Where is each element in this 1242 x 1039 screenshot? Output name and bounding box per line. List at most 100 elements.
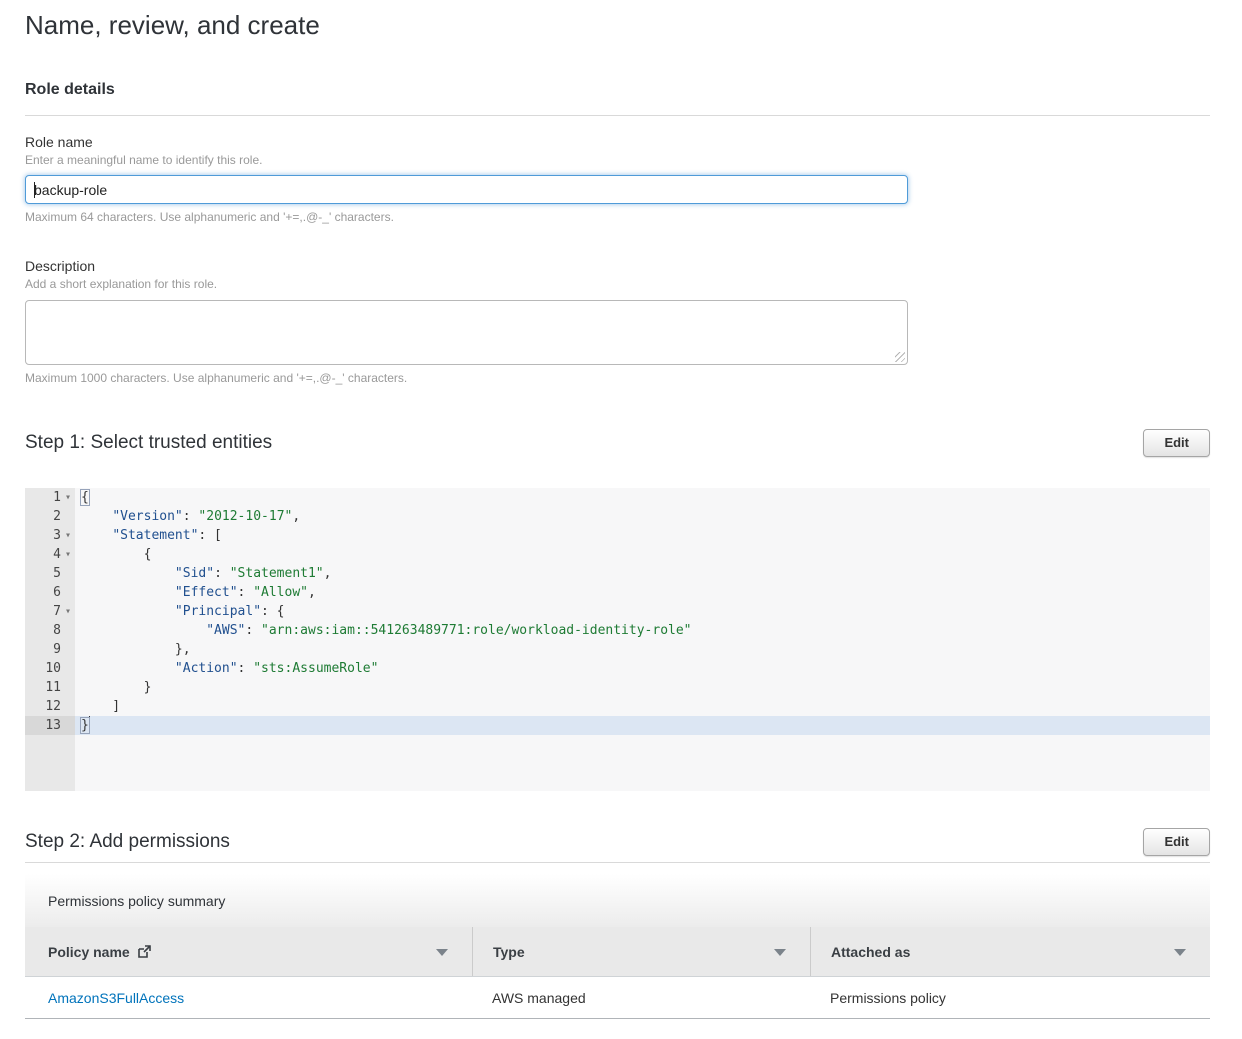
description-textarea[interactable] <box>25 300 908 365</box>
gutter-cell: 9 <box>25 640 75 659</box>
code-line[interactable]: 6 "Effect": "Allow", <box>25 583 1210 602</box>
code-text: } <box>75 716 1210 735</box>
token-str: "sts:AssumeRole" <box>253 661 378 676</box>
fold-arrow-icon[interactable]: ▾ <box>61 545 75 564</box>
token-key: "AWS" <box>206 623 245 638</box>
gutter-cell: 11 <box>25 678 75 697</box>
fold-slot <box>61 716 75 735</box>
token-plain: : <box>214 566 230 581</box>
code-text: { <box>75 545 1210 564</box>
fold-slot <box>61 697 75 716</box>
section-divider <box>25 115 1210 116</box>
line-number: 3 <box>53 526 61 545</box>
token-plain <box>81 604 175 619</box>
step2-edit-button[interactable]: Edit <box>1143 828 1210 856</box>
code-line[interactable]: 13} <box>25 716 1210 735</box>
code-line[interactable]: 7▾ "Principal": { <box>25 602 1210 621</box>
step2-header-row: Step 2: Add permissions Edit <box>25 828 1210 856</box>
column-header-type[interactable]: Type <box>472 927 810 976</box>
token-key: "Statement" <box>112 528 198 543</box>
cell-type: AWS managed <box>472 990 810 1006</box>
code-text: "Statement": [ <box>75 526 1210 545</box>
token-plain <box>81 509 112 524</box>
code-text: "Sid": "Statement1", <box>75 564 1210 583</box>
line-number: 2 <box>53 507 61 526</box>
table-row: AmazonS3FullAccess AWS managed Permissio… <box>25 977 1210 1019</box>
code-text: }, <box>75 640 1210 659</box>
code-line[interactable]: 9 }, <box>25 640 1210 659</box>
token-plain: ] <box>81 699 120 714</box>
fold-slot <box>61 659 75 678</box>
token-key: "Action" <box>175 661 238 676</box>
token-plain: : <box>245 623 261 638</box>
token-str: "Allow" <box>253 585 308 600</box>
code-line[interactable]: 2 "Version": "2012-10-17", <box>25 507 1210 526</box>
line-number: 5 <box>53 564 61 583</box>
gutter-cell: 12 <box>25 697 75 716</box>
resize-grip-icon[interactable] <box>895 352 905 362</box>
column-header-attached-as[interactable]: Attached as <box>810 927 1210 976</box>
token-str: "2012-10-17" <box>198 509 292 524</box>
step2-heading: Step 2: Add permissions <box>25 830 230 854</box>
code-line[interactable]: 10 "Action": "sts:AssumeRole" <box>25 659 1210 678</box>
token-key: "Sid" <box>175 566 214 581</box>
step1-heading: Step 1: Select trusted entities <box>25 431 272 455</box>
policy-name-link[interactable]: AmazonS3FullAccess <box>48 990 184 1006</box>
sort-triangle-down-icon[interactable] <box>774 949 786 956</box>
token-plain: }, <box>81 642 191 657</box>
token-plain: : <box>238 661 254 676</box>
token-plain: , <box>292 509 300 524</box>
sort-triangle-down-icon[interactable] <box>1174 949 1186 956</box>
code-text: "Principal": { <box>75 602 1210 621</box>
token-plain: , <box>308 585 316 600</box>
token-plain <box>81 585 175 600</box>
token-plain: : <box>183 509 199 524</box>
description-field-group: Description Add a short explanation for … <box>25 258 1210 386</box>
fold-arrow-icon[interactable]: ▾ <box>61 488 75 507</box>
code-text: } <box>75 678 1210 697</box>
sort-triangle-down-icon[interactable] <box>436 949 448 956</box>
gutter-cell: 7▾ <box>25 602 75 621</box>
gutter-cell: 4▾ <box>25 545 75 564</box>
line-number: 1 <box>53 488 61 507</box>
gutter-cell: 10 <box>25 659 75 678</box>
page-container: Name, review, and create Role details Ro… <box>0 0 1242 1039</box>
gutter-cell: 2 <box>25 507 75 526</box>
fold-arrow-icon[interactable]: ▾ <box>61 602 75 621</box>
code-text: "AWS": "arn:aws:iam::541263489771:role/w… <box>75 621 1210 640</box>
column-header-policy-name[interactable]: Policy name <box>25 927 472 976</box>
line-number: 4 <box>53 545 61 564</box>
code-line[interactable]: 3▾ "Statement": [ <box>25 526 1210 545</box>
column-label: Policy name <box>48 944 130 960</box>
gutter-cell: 6 <box>25 583 75 602</box>
editor-cursor <box>89 716 90 731</box>
fold-slot <box>61 507 75 526</box>
token-str: "Statement1" <box>230 566 324 581</box>
code-line[interactable]: 4▾ { <box>25 545 1210 564</box>
token-key: "Effect" <box>175 585 238 600</box>
code-line[interactable]: 12 ] <box>25 697 1210 716</box>
code-text: ] <box>75 697 1210 716</box>
panel-title: Permissions policy summary <box>25 874 1210 927</box>
code-line[interactable]: 5 "Sid": "Statement1", <box>25 564 1210 583</box>
token-match: { <box>81 490 89 505</box>
permissions-policy-summary-panel: Permissions policy summary Policy name T… <box>25 874 1210 1019</box>
gutter-cell: 3▾ <box>25 526 75 545</box>
cell-policy-name: AmazonS3FullAccess <box>25 990 472 1006</box>
fold-arrow-icon[interactable]: ▾ <box>61 526 75 545</box>
step1-edit-button[interactable]: Edit <box>1143 429 1210 457</box>
trust-policy-code-editor[interactable]: 1▾{2 "Version": "2012-10-17",3▾ "Stateme… <box>25 488 1210 791</box>
token-plain <box>81 623 206 638</box>
code-line[interactable]: 8 "AWS": "arn:aws:iam::541263489771:role… <box>25 621 1210 640</box>
code-line[interactable]: 11 } <box>25 678 1210 697</box>
role-name-input[interactable]: backup-role <box>25 175 908 204</box>
code-text: { <box>75 488 1210 507</box>
line-number: 10 <box>45 659 61 678</box>
token-match: } <box>81 718 89 733</box>
fold-slot <box>61 678 75 697</box>
code-line[interactable]: 1▾ { <box>25 488 1210 507</box>
code-text: "Effect": "Allow", <box>75 583 1210 602</box>
token-plain: : { <box>261 604 284 619</box>
role-name-hint: Enter a meaningful name to identify this… <box>25 153 1210 168</box>
token-plain <box>81 528 112 543</box>
